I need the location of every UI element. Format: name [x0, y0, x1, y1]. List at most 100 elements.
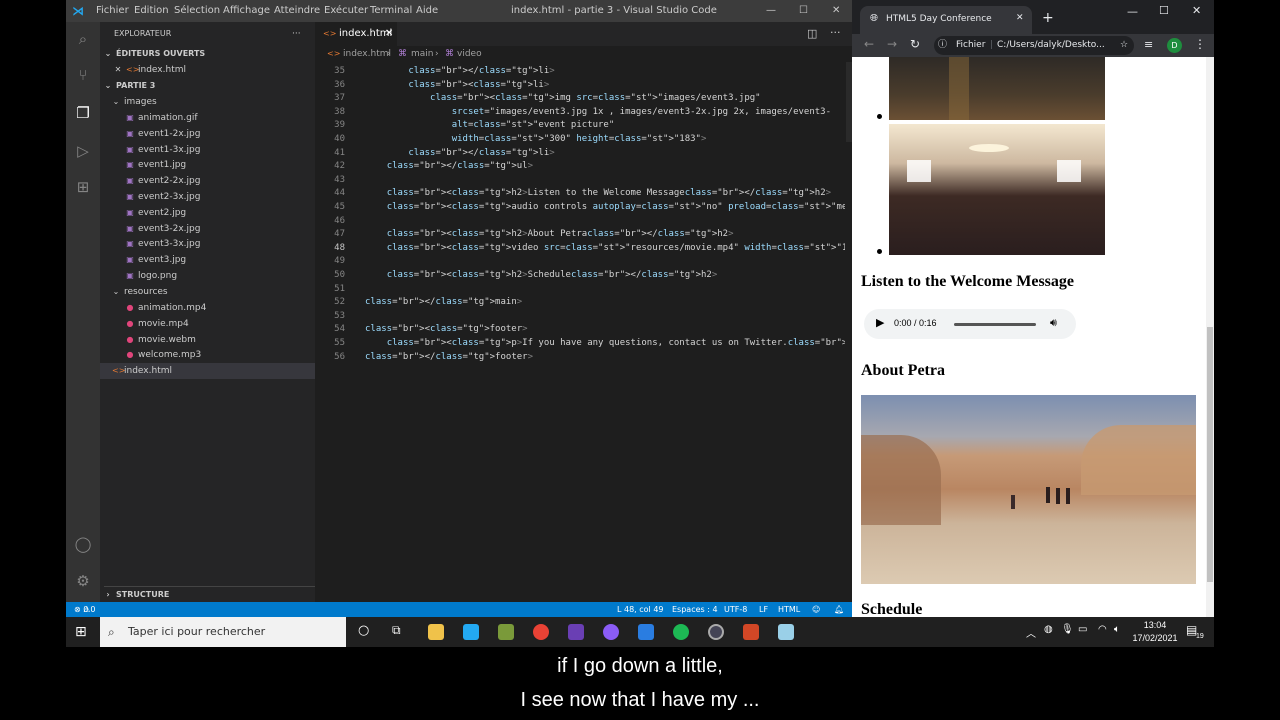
- file-item[interactable]: ▣ animation.gif: [126, 110, 341, 126]
- back-arrow-icon[interactable]: ←: [864, 37, 874, 51]
- file-item[interactable]: ▣ event3-3x.jpg: [126, 236, 341, 252]
- cursor-position[interactable]: L 48, col 49: [617, 602, 664, 617]
- maximize-icon[interactable]: ☐: [1159, 4, 1169, 17]
- code-line[interactable]: class="br"><class="tg">h2>About Petracla…: [365, 229, 734, 239]
- menu-affichage[interactable]: Affichage: [223, 5, 270, 16]
- code-line[interactable]: class="br"></class="tg">li>: [365, 148, 554, 158]
- browser-tab[interactable]: 🌐︎ HTML5 Day Conference ✕: [860, 6, 1032, 34]
- file-item[interactable]: ▣ event1-2x.jpg: [126, 126, 341, 142]
- feedback-icon[interactable]: ☺: [812, 602, 820, 617]
- file-item[interactable]: ▣ event1.jpg: [126, 157, 341, 173]
- breadcrumb-file[interactable]: index.html: [343, 46, 391, 62]
- explorer-icon[interactable]: ❐: [74, 104, 92, 122]
- file-item[interactable]: ▣ logo.png: [126, 268, 341, 284]
- code-line[interactable]: width=class="st">"300" height=class="st"…: [365, 134, 707, 144]
- code-line[interactable]: class="br"><class="tg">video src=class="…: [365, 243, 845, 253]
- open-editors-section[interactable]: ⌄ ÉDITEURS OUVERTS: [104, 46, 319, 62]
- menu-edition[interactable]: Edition: [134, 5, 169, 16]
- tray-app-icon[interactable]: ◍: [1044, 624, 1053, 635]
- encoding[interactable]: UTF-8: [724, 602, 747, 617]
- chrome-taskbar-icon[interactable]: [533, 624, 549, 640]
- folder-resources[interactable]: ⌄ resources: [112, 284, 327, 300]
- media-app-icon[interactable]: [708, 624, 724, 640]
- petra-video[interactable]: [861, 395, 1196, 584]
- code-line[interactable]: srcset="images/event3.jpg 1x , images/ev…: [365, 107, 831, 117]
- close-tab-icon[interactable]: ✕: [1016, 13, 1024, 23]
- breadcrumb-main[interactable]: main: [411, 46, 434, 62]
- maximize-icon[interactable]: ☐: [799, 5, 808, 16]
- close-tab-icon[interactable]: ✕: [385, 22, 393, 46]
- code-line[interactable]: class="br"><class="tg">audio controls au…: [365, 202, 845, 212]
- info-icon[interactable]: ⓘ: [938, 36, 947, 55]
- close-editor-icon[interactable]: ✕: [114, 62, 122, 78]
- forward-arrow-icon[interactable]: →: [887, 37, 897, 51]
- windows-start-icon[interactable]: ⊞: [75, 624, 87, 640]
- settings-gear-icon[interactable]: ⚙: [74, 572, 92, 590]
- file-item[interactable]: ▣ event2-3x.jpg: [126, 189, 341, 205]
- file-item[interactable]: ● movie.webm: [126, 332, 341, 348]
- folder-root[interactable]: ⌄ PARTIE 3: [104, 78, 319, 94]
- menu-aide[interactable]: Aide: [416, 5, 438, 16]
- code-line[interactable]: class="br"><class="tg">h2>Scheduleclass=…: [365, 270, 718, 280]
- file-index-html[interactable]: <>index.html: [100, 363, 327, 379]
- code-line[interactable]: alt=class="st">"event picture": [365, 120, 615, 130]
- file-item[interactable]: ● movie.mp4: [126, 316, 341, 332]
- file-item[interactable]: ▣ event1-3x.jpg: [126, 142, 341, 158]
- menu-executer[interactable]: Exécuter: [324, 5, 368, 16]
- lambda-app-icon[interactable]: [498, 624, 514, 640]
- file-item[interactable]: ▣ event2-2x.jpg: [126, 173, 341, 189]
- clock-date[interactable]: 17/02/2021: [1128, 633, 1182, 643]
- code-editor[interactable]: 35 class="br"></class="tg">li> 36 class="…: [315, 62, 845, 602]
- run-debug-icon[interactable]: ▷: [74, 142, 92, 160]
- notes-app-icon[interactable]: [778, 624, 794, 640]
- taskbar-search[interactable]: ⌕ Taper ici pour rechercher: [100, 617, 346, 647]
- wifi-icon[interactable]: ◠: [1098, 624, 1107, 635]
- split-editor-icon[interactable]: ◫: [807, 27, 817, 40]
- code-line[interactable]: class="br"><class="tg">p>If you have any…: [365, 338, 845, 348]
- volume-icon[interactable]: 🔊︎: [1050, 316, 1057, 330]
- scrollbar-thumb[interactable]: [1207, 327, 1213, 582]
- notifications-bell-icon[interactable]: 🔔︎: [834, 602, 844, 617]
- kebab-menu-icon[interactable]: ⋮: [1194, 37, 1206, 51]
- folder-images[interactable]: ⌄ images: [112, 94, 327, 110]
- spotify-icon[interactable]: [673, 624, 689, 640]
- code-line[interactable]: class="br"><class="tg">h2>Listen to the …: [365, 188, 831, 198]
- file-explorer-icon[interactable]: [428, 624, 444, 640]
- microphone-icon[interactable]: 🎙︎: [1061, 624, 1074, 635]
- task-view-icon[interactable]: ⧉: [392, 623, 401, 638]
- new-tab-icon[interactable]: +: [1042, 10, 1054, 26]
- file-item[interactable]: ● animation.mp4: [126, 300, 341, 316]
- play-icon[interactable]: ▶: [876, 316, 884, 329]
- minimize-icon[interactable]: —: [766, 5, 776, 16]
- file-item[interactable]: ▣ event2.jpg: [126, 205, 341, 221]
- more-actions-icon[interactable]: ···: [292, 26, 312, 42]
- file-item[interactable]: ● welcome.mp3: [126, 347, 341, 363]
- file-item[interactable]: ▣ event3-2x.jpg: [126, 221, 341, 237]
- bookmark-star-icon[interactable]: ☆: [1120, 36, 1128, 55]
- eol[interactable]: LF: [759, 602, 768, 617]
- screen-recorder-icon[interactable]: [568, 624, 584, 640]
- close-icon[interactable]: ✕: [832, 5, 840, 16]
- file-item[interactable]: ▣ event3.jpg: [126, 252, 341, 268]
- structure-section[interactable]: › STRUCTURE: [104, 586, 319, 603]
- editor-tab[interactable]: <> index.html ✕: [315, 22, 397, 46]
- code-line[interactable]: class="br"></class="tg">li>: [365, 66, 554, 76]
- problems-indicator[interactable]: ⊗ 0 ⚠ 0: [74, 602, 96, 617]
- file-icon[interactable]: [638, 624, 654, 640]
- cortana-icon[interactable]: ○: [358, 623, 369, 638]
- powerpoint-icon[interactable]: [743, 624, 759, 640]
- profile-avatar[interactable]: D: [1167, 38, 1182, 53]
- clock-time[interactable]: 13:04: [1130, 620, 1180, 630]
- reading-list-icon[interactable]: ≡: [1144, 38, 1153, 51]
- vscode-taskbar-icon[interactable]: [463, 624, 479, 640]
- minimize-icon[interactable]: —: [1127, 5, 1138, 18]
- audio-progress-bar[interactable]: [954, 323, 1036, 326]
- extensions-icon[interactable]: ⊞: [74, 178, 92, 196]
- account-icon[interactable]: ◯: [74, 535, 92, 553]
- menu-atteindre[interactable]: Atteindre: [274, 5, 320, 16]
- open-editor-item[interactable]: ✕ <>index.html: [114, 62, 329, 78]
- volume-icon[interactable]: 🔈︎: [1114, 624, 1120, 635]
- more-icon[interactable]: ···: [830, 26, 841, 39]
- menu-terminal[interactable]: Terminal: [370, 5, 412, 16]
- language-mode[interactable]: HTML: [778, 602, 800, 617]
